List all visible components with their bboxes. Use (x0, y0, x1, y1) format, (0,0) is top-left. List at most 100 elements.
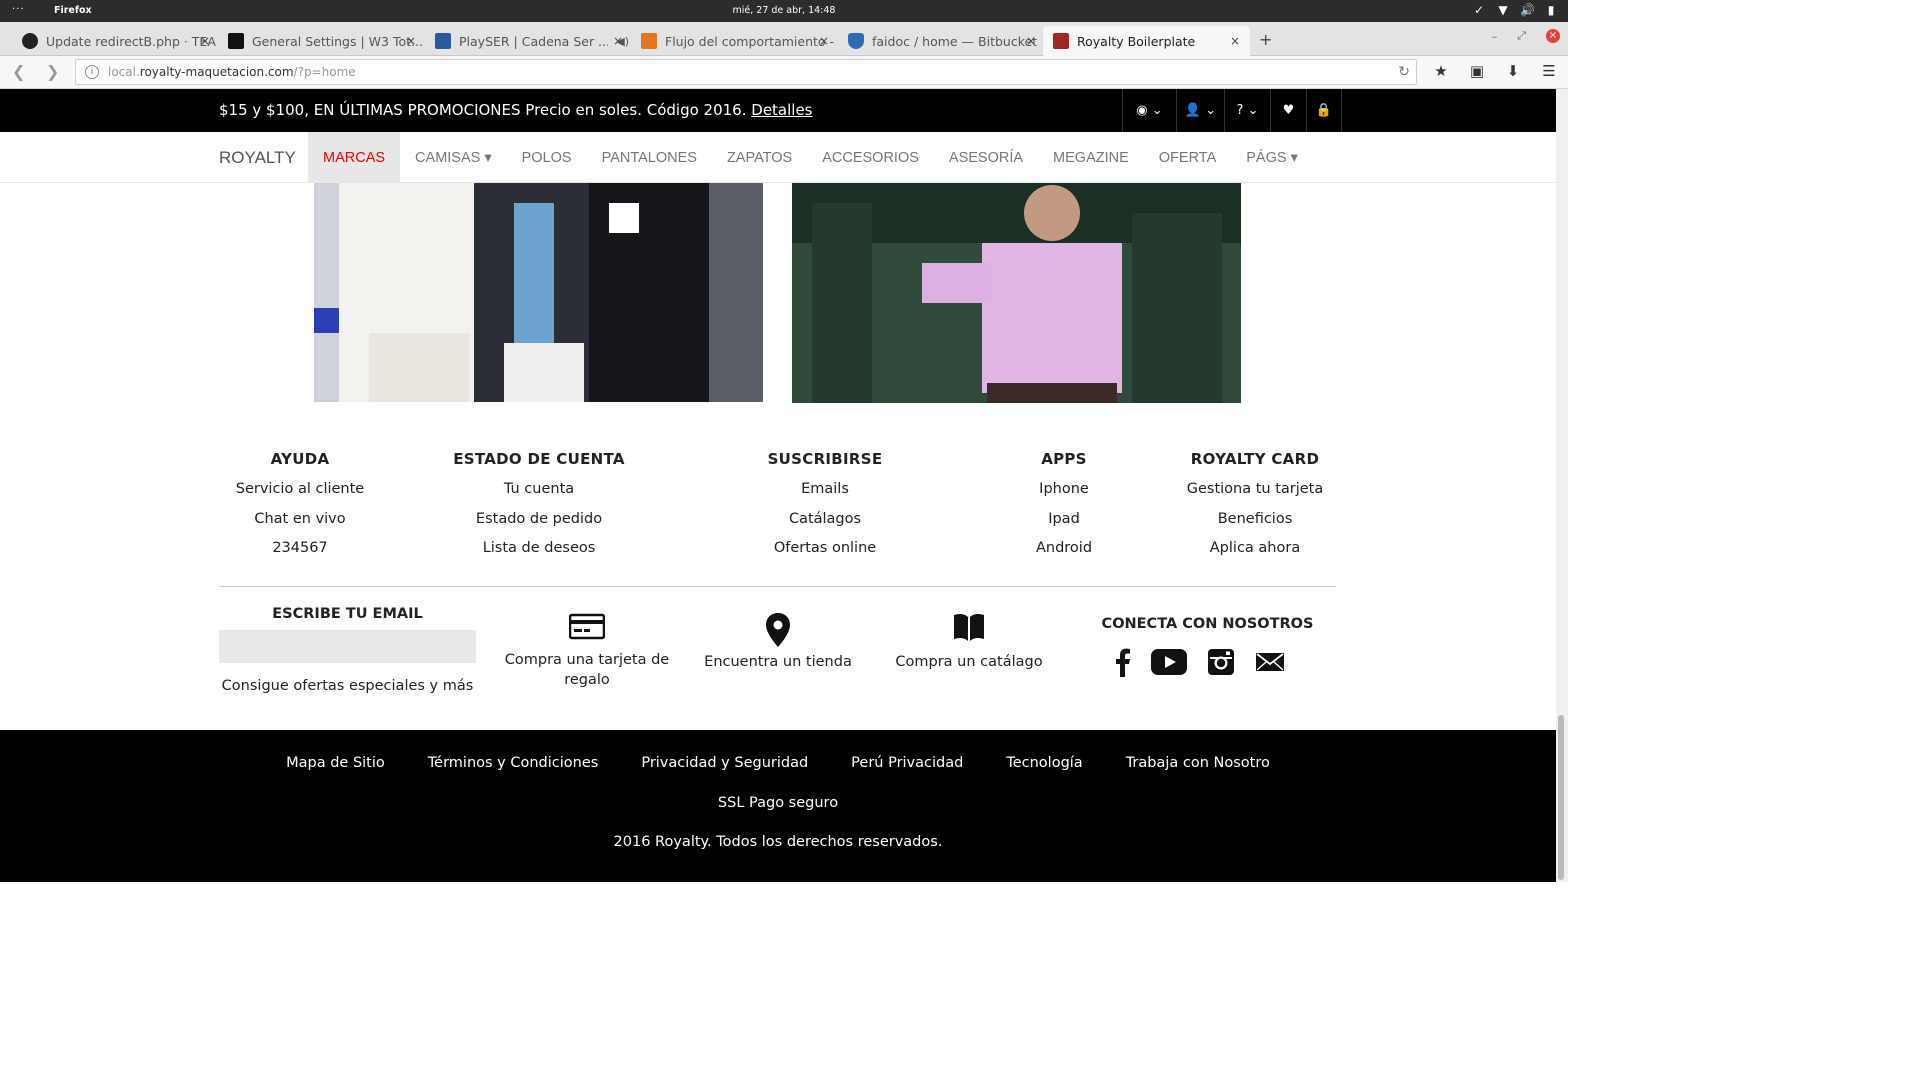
footer-link[interactable]: Ipad (994, 511, 1134, 541)
info-icon[interactable]: i (85, 65, 99, 79)
footer-link[interactable]: Aplica ahora (1165, 540, 1345, 570)
account-menu[interactable]: 👤 ⌄ (1176, 89, 1224, 132)
promo-bar: $15 y $100, EN ÚLTIMAS PROMOCIONES Preci… (0, 89, 1556, 132)
nav-item-megazine[interactable]: MEGAZINE (1038, 132, 1144, 183)
tab-bitbucket[interactable]: faidoc / home — Bitbucket × (826, 26, 1042, 56)
nav-item-pantalones[interactable]: PANTALONES (587, 132, 712, 183)
bookmark-star-icon[interactable]: ★ (1432, 62, 1450, 80)
nav-item-asesoria[interactable]: ASESORÍA (934, 132, 1038, 183)
gift-card-feature[interactable]: Compra una tarjeta de regalo (497, 612, 677, 690)
book-icon (954, 613, 984, 641)
promo-image-sailors[interactable] (314, 183, 763, 402)
heart-icon: ♥ (1282, 103, 1295, 118)
youtube-icon[interactable] (1151, 648, 1187, 676)
tab-flujo[interactable]: Flujo del comportamiento -... × (619, 26, 835, 56)
tab-github[interactable]: Update redirectB.php · TEA... × (0, 26, 216, 56)
nav-item-camisas[interactable]: CAMISAS ▾ (400, 132, 507, 183)
envelope-icon[interactable] (1255, 651, 1285, 673)
github-icon (22, 33, 38, 49)
ssl-text[interactable]: SSL Pago seguro (0, 795, 1556, 811)
footer-link[interactable]: Estado de pedido (419, 511, 659, 541)
close-tab-icon[interactable]: × (1230, 34, 1240, 48)
subscribe-title: ESCRIBE TU EMAIL (272, 606, 423, 622)
battery-icon[interactable]: ▮ (1544, 3, 1558, 17)
instagram-icon[interactable] (1207, 648, 1235, 676)
footer-column-estado-cuenta: ESTADO DE CUENTA Tu cuenta Estado de ped… (419, 450, 659, 570)
system-tray: ✓ ▼ 🔊 ▮ (1472, 3, 1558, 17)
social-title: CONECTA CON NOSOTROS (1101, 616, 1314, 632)
nav-item-accesorios[interactable]: ACCESORIOS (807, 132, 934, 183)
help-menu[interactable]: ? ⌄ (1224, 89, 1270, 132)
footer-link[interactable]: Tu cuenta (419, 481, 659, 511)
scrollbar-thumb[interactable] (1558, 715, 1564, 880)
nav-item-zapatos[interactable]: ZAPATOS (712, 132, 807, 183)
footer-link[interactable]: Gestiona tu tarjeta (1165, 481, 1345, 511)
footer-link-terminos[interactable]: Términos y Condiciones (428, 755, 599, 771)
copyright: 2016 Royalty. Todos los derechos reserva… (613, 834, 943, 850)
tab-royalty[interactable]: Royalty Boilerplate × (1043, 26, 1250, 56)
back-arrow-icon[interactable]: ❮ (12, 62, 25, 81)
bottom-footer: Mapa de Sitio Términos y Condiciones Pri… (0, 730, 1556, 882)
social-links (1113, 647, 1285, 677)
main-nav: ROYALTY MARCAS CAMISAS ▾ POLOS PANTALONE… (0, 132, 1556, 183)
footer-link[interactable]: Catálagos (715, 511, 935, 541)
hamburger-menu-icon[interactable]: ☰ (1540, 62, 1558, 80)
footer-link-mapa[interactable]: Mapa de Sitio (286, 755, 385, 771)
bitbucket-icon (848, 33, 864, 49)
login-button[interactable]: 🔒 (1306, 89, 1342, 132)
nav-item-polos[interactable]: POLOS (507, 132, 587, 183)
clock[interactable]: mié, 27 de abr, 14:48 (0, 5, 1568, 16)
catalog-feature[interactable]: Compra un catálago (885, 612, 1053, 672)
wishlist-button[interactable]: ♥ (1270, 89, 1306, 132)
credit-card-icon (569, 613, 605, 640)
nav-item-marcas[interactable]: MARCAS (308, 132, 401, 183)
check-icon[interactable]: ✓ (1472, 3, 1486, 17)
footer-link-peru-privacidad[interactable]: Perú Privacidad (851, 755, 963, 771)
footer-link-trabaja[interactable]: Trabaja con Nosotro (1126, 755, 1270, 771)
promo-details-link[interactable]: Detalles (751, 101, 812, 119)
globe-icon: ◉ ⌄ (1136, 103, 1163, 118)
royalty-favicon-icon (1053, 33, 1069, 49)
tab-w3-total[interactable]: General Settings | W3 Tot... × (206, 26, 422, 56)
restore-icon[interactable]: ⤢ (1517, 29, 1526, 43)
footer-column-apps: APPS Iphone Ipad Android (994, 450, 1134, 570)
tab-playser[interactable]: PlaySER | Cadena Ser ... ◀) × (413, 26, 629, 56)
footer-link-privacidad[interactable]: Privacidad y Seguridad (641, 755, 808, 771)
footer-link[interactable]: 234567 (200, 540, 400, 570)
pocket-icon[interactable]: ▣ (1468, 62, 1486, 80)
footer-column-ayuda: AYUDA Servicio al cliente Chat en vivo 2… (200, 450, 400, 570)
footer-link[interactable]: Ofertas online (715, 540, 935, 570)
new-tab-button[interactable]: + (1259, 30, 1272, 49)
close-tab-icon[interactable]: × (1026, 34, 1036, 48)
footer-link[interactable]: Lista de deseos (419, 540, 659, 570)
volume-icon[interactable]: 🔊 (1520, 3, 1535, 17)
minimize-icon[interactable]: – (1492, 30, 1498, 43)
brand-logo[interactable]: ROYALTY (219, 148, 296, 168)
find-store-feature[interactable]: Encuentra un tienda (698, 612, 858, 672)
footer-link[interactable]: Servicio al cliente (200, 481, 400, 511)
lock-icon: 🔒 (1315, 103, 1333, 118)
nav-item-oferta[interactable]: OFERTA (1144, 132, 1231, 183)
promo-image-pink-shirt[interactable] (792, 183, 1241, 403)
footer-link[interactable]: Android (994, 540, 1134, 570)
footer-link[interactable]: Emails (715, 481, 935, 511)
facebook-icon[interactable] (1113, 647, 1131, 677)
footer-link[interactable]: Chat en vivo (200, 511, 400, 541)
footer-link-tecnologia[interactable]: Tecnología (1006, 755, 1082, 771)
forward-arrow-icon[interactable]: ❯ (46, 62, 59, 81)
tab-bar: Update redirectB.php · TEA... × General … (0, 22, 1568, 56)
wifi-icon[interactable]: ▼ (1496, 3, 1510, 17)
footer-column-royalty-card: ROYALTY CARD Gestiona tu tarjeta Benefic… (1165, 450, 1345, 570)
language-menu[interactable]: ◉ ⌄ (1122, 89, 1176, 132)
download-icon[interactable]: ⬇ (1504, 62, 1522, 80)
email-input[interactable] (219, 630, 476, 663)
url-bar[interactable]: i local.royalty-maquetacion.com/?p=home … (75, 59, 1417, 85)
map-pin-icon (766, 613, 790, 647)
footer-link[interactable]: Iphone (994, 481, 1134, 511)
footer-column-suscribirse: SUSCRIBIRSE Emails Catálagos Ofertas onl… (715, 450, 935, 570)
promo-icons: ◉ ⌄ 👤 ⌄ ? ⌄ ♥ 🔒 (1122, 89, 1342, 132)
nav-item-pags[interactable]: PÁGS ▾ (1231, 132, 1313, 183)
footer-link[interactable]: Beneficios (1165, 511, 1345, 541)
close-window-icon[interactable]: × (1546, 29, 1560, 43)
reload-icon[interactable]: ↻ (1398, 60, 1410, 84)
